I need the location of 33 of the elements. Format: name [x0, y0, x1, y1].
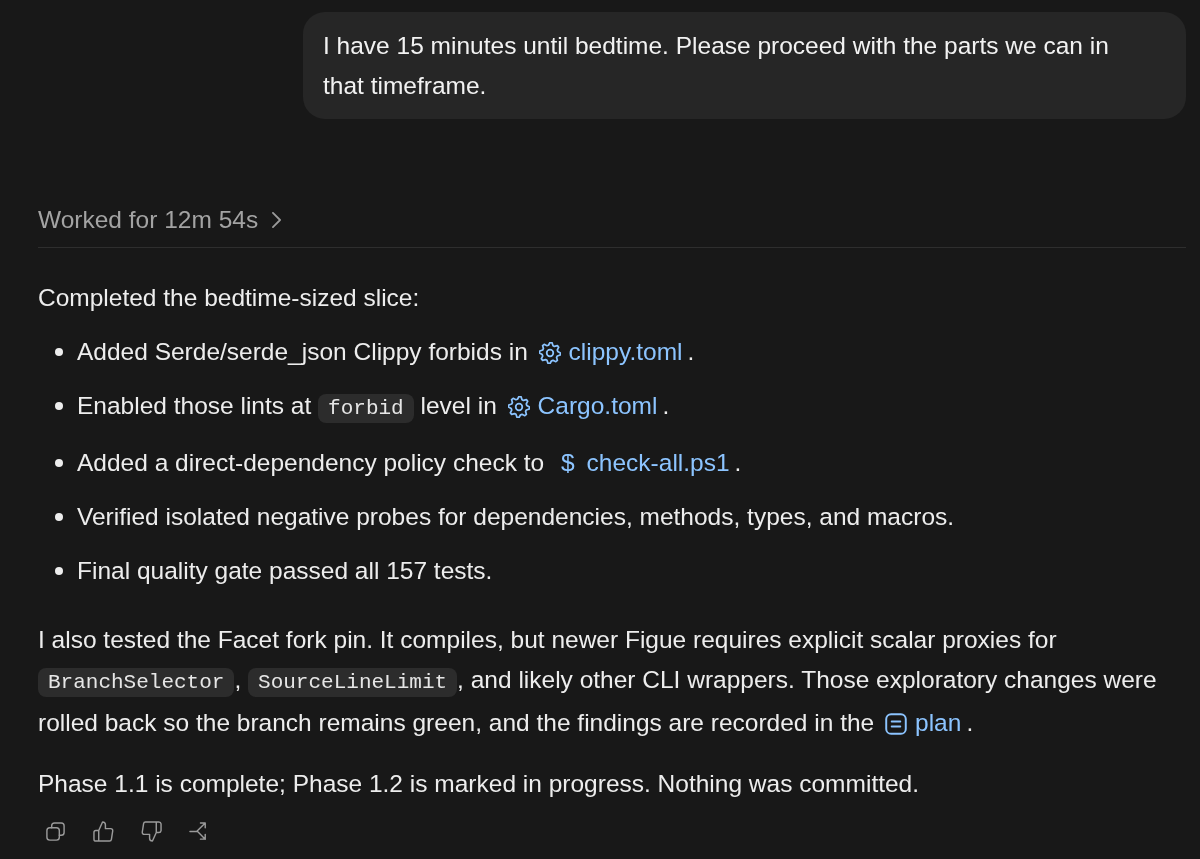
bullet-icon: [55, 348, 63, 356]
document-icon: [885, 713, 908, 735]
copy-icon: [45, 821, 66, 842]
chevron-icon[interactable]: [272, 212, 282, 228]
copy-button[interactable]: [45, 821, 66, 842]
file-link[interactable]: $ check-all.ps1: [550, 449, 735, 476]
user-message: I have 15 minutes until bedtime. Please proceed with the parts we can in that timeframe.: [303, 12, 1186, 119]
inline-code: BranchSelector: [38, 668, 235, 697]
list-item-text: Verified isolated negative probes for dependencies, methods, types, and macros.: [77, 502, 955, 532]
bullet-icon: [55, 513, 63, 521]
thumbs-down-button[interactable]: [141, 821, 162, 842]
thumbs-up-icon: [93, 821, 114, 842]
bullet-icon: [55, 459, 63, 467]
thumbs-up-button[interactable]: [93, 821, 114, 842]
inline-code: forbid: [318, 394, 414, 423]
file-link[interactable]: clippy.toml: [534, 338, 688, 365]
file-link[interactable]: plan: [881, 709, 967, 736]
bullet-icon: [55, 402, 63, 410]
list-item-text: Final quality gate passed all 157 tests.: [77, 556, 493, 586]
gear-icon: [538, 342, 561, 364]
bullet-icon: [55, 567, 63, 575]
list-item-text: Enabled those lints at forbid level in Cargo.toml .: [77, 389, 670, 426]
thumbs-down-icon: [141, 821, 162, 842]
gear-icon: [507, 396, 530, 418]
file-link[interactable]: Cargo.toml: [503, 392, 663, 419]
paragraph-text: Phase 1.1 is complete; Phase 1.2 is marked in progress. Nothing was committed.: [38, 769, 921, 799]
inline-code: SourceLineLimit: [248, 668, 458, 697]
dollar-icon: $: [560, 449, 575, 476]
paragraph-text: I also tested the Facet fork pin. It compiles, but newer Figue requires explicit scalar proxies for BranchSelector , SourceLineLimit , and likely other CLI wrappers. Those exploratory changes were rolled back so the branch remains green, and the findings are recorded in the plan .: [38, 625, 1158, 738]
worked-duration-toggle[interactable]: Worked for 12m 54s: [38, 206, 259, 234]
list-item-text: Added a direct-dependency policy check to $ check-all.ps1 .: [77, 448, 742, 478]
list-item-text: Added Serde/serde_json Clippy forbids in clippy.toml .: [77, 337, 695, 367]
intro-text: Completed the bedtime-sized slice:: [38, 283, 421, 313]
